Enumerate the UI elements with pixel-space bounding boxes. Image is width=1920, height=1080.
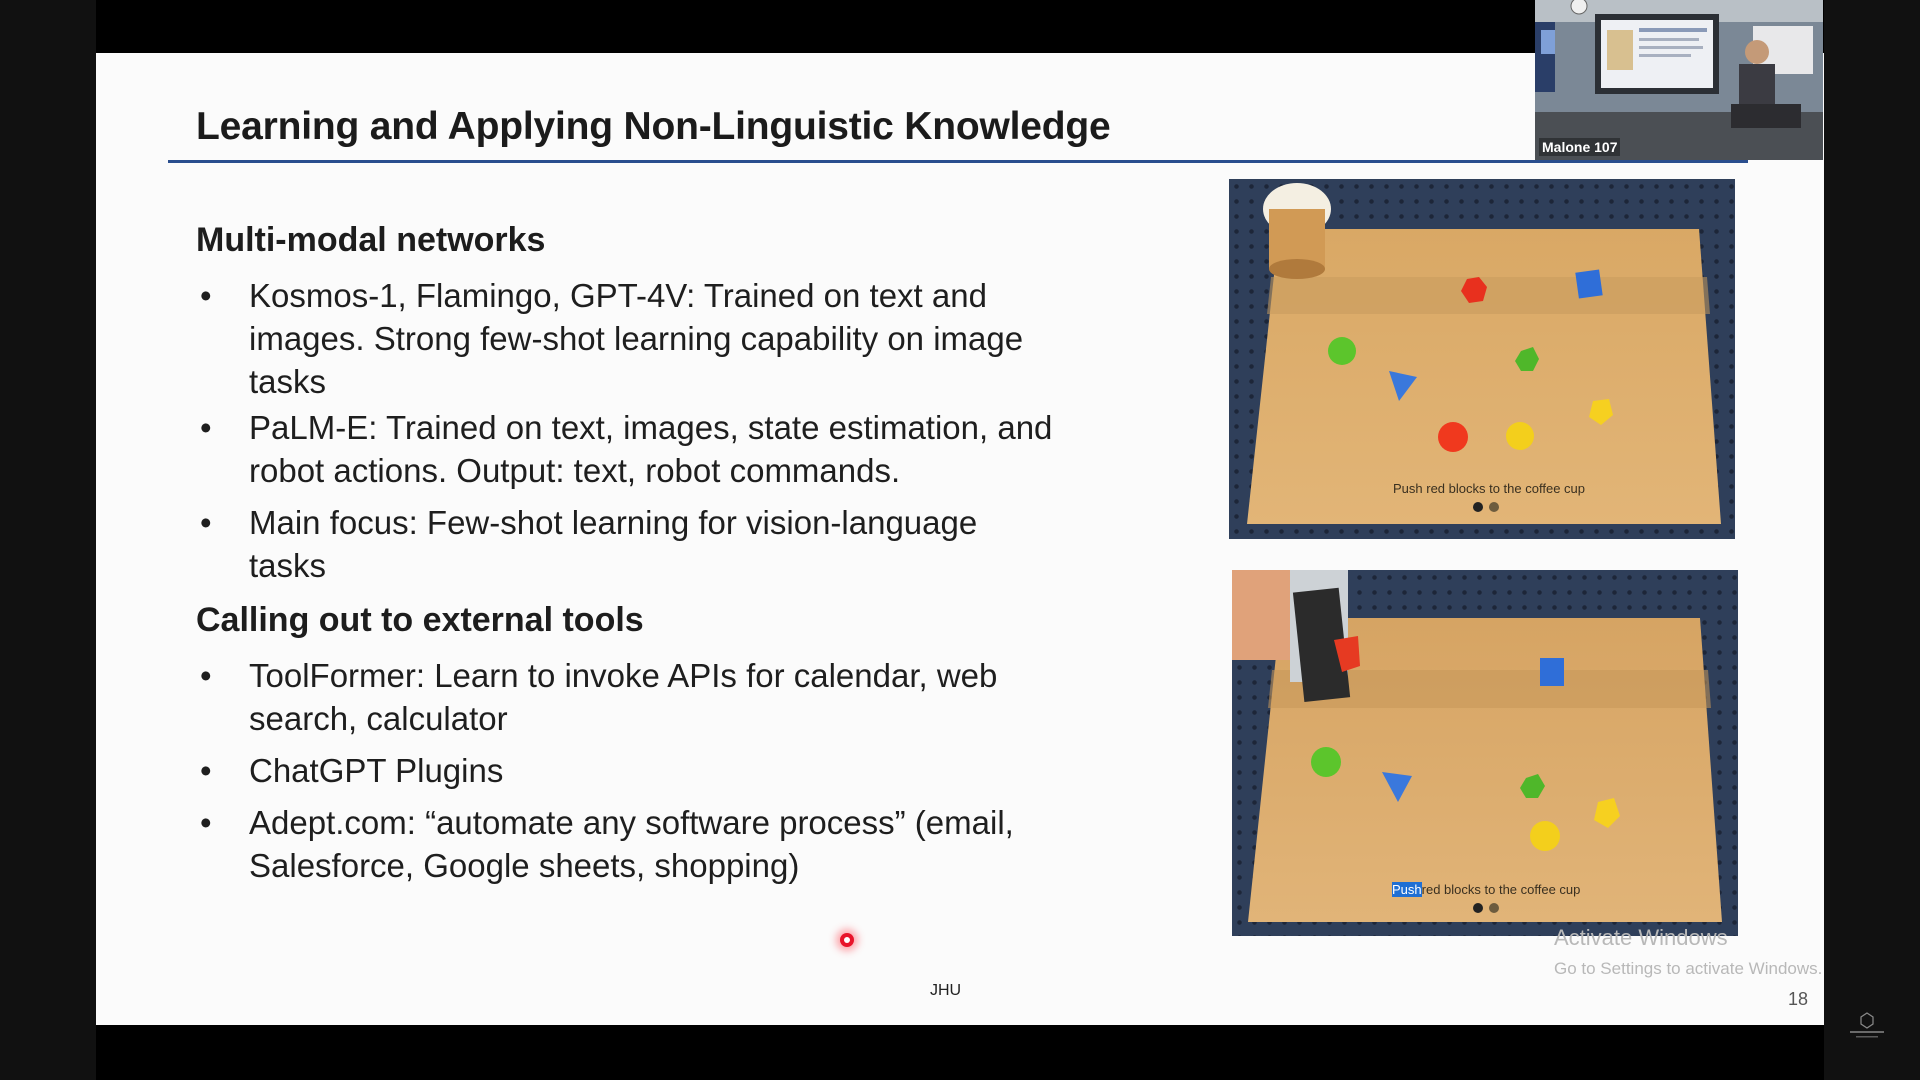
slide-footer: JHU — [930, 982, 962, 999]
robot-demo-image-2: Pushred blocks to the coffee cup — [1232, 570, 1738, 936]
slide-title: Learning and Applying Non-Linguistic Kno… — [196, 105, 1111, 148]
laser-pointer-dot — [840, 933, 854, 947]
bullet-item: • PaLM-E: Trained on text, images, state… — [196, 406, 1056, 492]
bullet-text: Main focus: Few-shot learning for vision… — [249, 504, 978, 584]
caption-text: Push red blocks to the coffee cup — [1393, 481, 1585, 496]
section-heading-external-tools: Calling out to external tools — [196, 601, 644, 639]
carousel-dot-active — [1473, 903, 1483, 913]
bullet-glyph: • — [200, 409, 212, 446]
image-caption: Pushred blocks to the coffee cup — [1392, 882, 1580, 897]
bullet-text: Kosmos-1, Flamingo, GPT-4V: Trained on t… — [249, 277, 1024, 400]
section-heading-multimodal: Multi-modal networks — [196, 221, 546, 259]
carousel-dot — [1489, 903, 1499, 913]
bullet-glyph: • — [200, 804, 212, 841]
presentation-slide: Learning and Applying Non-Linguistic Kno… — [96, 53, 1824, 1025]
webcam-room-label: Malone 107 — [1539, 138, 1621, 156]
jhu-seal-icon — [1850, 1012, 1884, 1038]
webcam-inset: Malone 107 — [1535, 0, 1823, 160]
image-caption: Push red blocks to the coffee cup — [1393, 481, 1585, 496]
bullet-glyph: • — [200, 504, 212, 541]
activate-windows-title: Activate Windows — [1554, 925, 1728, 950]
bullet-item: • ChatGPT Plugins — [196, 749, 1056, 792]
bullet-text: ChatGPT Plugins — [249, 752, 504, 789]
bullet-glyph: • — [200, 657, 212, 694]
activate-windows-subtitle: Go to Settings to activate Windows. — [1554, 959, 1823, 978]
carousel-dots — [1473, 502, 1499, 512]
carousel-dot — [1489, 502, 1499, 512]
title-underline — [168, 160, 1748, 163]
bullet-item: • ToolFormer: Learn to invoke APIs for c… — [196, 654, 1056, 740]
caption-highlighted-word: Push — [1392, 882, 1422, 897]
bullet-item: • Adept.com: “automate any software proc… — [196, 801, 1056, 887]
carousel-dot-active — [1473, 502, 1483, 512]
bullet-item: • Main focus: Few-shot learning for visi… — [196, 501, 1056, 587]
bullet-text: PaLM-E: Trained on text, images, state e… — [249, 409, 1053, 489]
carousel-dots — [1473, 903, 1499, 913]
bullet-text: ToolFormer: Learn to invoke APIs for cal… — [249, 657, 998, 737]
caption-text: red blocks to the coffee cup — [1421, 882, 1581, 897]
video-bottom-letterbox — [96, 1025, 1824, 1080]
bullet-text: Adept.com: “automate any software proces… — [249, 804, 1014, 884]
robot-demo-image-1: Push red blocks to the coffee cup — [1229, 179, 1735, 539]
bullet-item: • Kosmos-1, Flamingo, GPT-4V: Trained on… — [196, 274, 1056, 403]
slide-page-number: 18 — [1788, 989, 1809, 1009]
bullet-glyph: • — [200, 277, 212, 314]
classroom-camera-feed — [1535, 0, 1823, 160]
bullet-glyph: • — [200, 752, 212, 789]
